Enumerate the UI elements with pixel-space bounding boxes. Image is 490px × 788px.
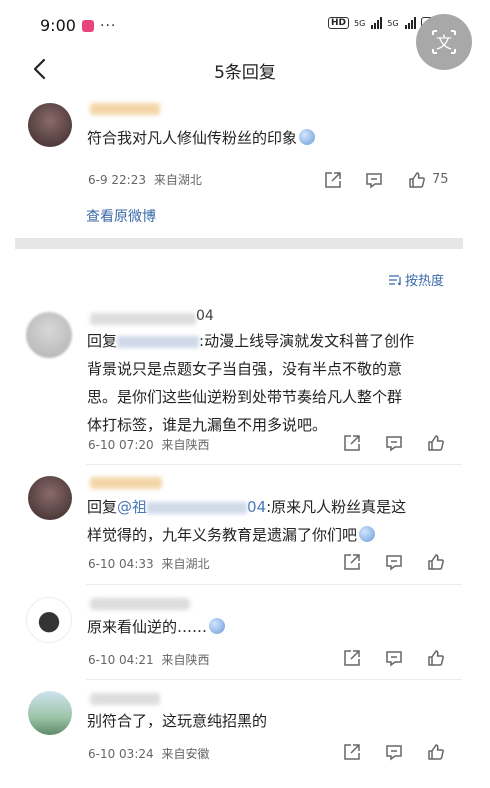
signal-2-label: 5G — [387, 18, 399, 28]
comment-location: 来自湖北 — [161, 557, 210, 571]
reply-meta: 6-10 07:20 来自陕西 — [88, 436, 209, 453]
divider — [86, 584, 462, 585]
comment-location: 来自湖北 — [153, 173, 202, 187]
comment-icon[interactable] — [384, 433, 404, 453]
share-icon[interactable] — [342, 552, 362, 572]
root-comment-meta: 6-9 22:23 来自湖北 — [88, 171, 202, 188]
comment-time: 6-10 07:20 — [88, 438, 154, 452]
sort-icon — [389, 274, 401, 285]
comment-icon[interactable] — [384, 552, 404, 572]
username-blurred[interactable] — [90, 103, 160, 115]
translate-glyph: 文 — [436, 33, 452, 52]
emoji-icon — [299, 129, 316, 145]
like-icon[interactable] — [426, 433, 446, 453]
comment-time: 6-10 03:24 — [88, 747, 154, 761]
reply-text: 别符合了，这玩意纯招黑的 — [87, 712, 268, 730]
translate-icon: 文 — [432, 30, 456, 54]
avatar[interactable] — [28, 103, 72, 147]
signal-1-label: 5G — [354, 18, 366, 28]
emoji-icon — [359, 526, 376, 542]
comment-time: 6-10 04:33 — [88, 557, 154, 571]
like-icon[interactable] — [426, 742, 446, 762]
avatar[interactable] — [28, 476, 72, 520]
like-count: 75 — [432, 172, 449, 187]
avatar[interactable] — [26, 312, 72, 358]
reply-prefix: 回复 — [87, 332, 118, 350]
username-suffix: 04 — [196, 308, 214, 324]
reply-text: 原来看仙逆的…… — [87, 613, 457, 641]
like-icon[interactable] — [426, 552, 446, 572]
section-divider — [15, 238, 463, 249]
comment-icon[interactable] — [364, 170, 384, 190]
comment-time: 6-10 04:21 — [88, 653, 154, 667]
reply-prefix: 回复 — [87, 498, 118, 516]
divider — [86, 464, 462, 465]
comment-location: 来自陕西 — [161, 653, 210, 667]
share-icon[interactable] — [342, 433, 362, 453]
comment-icon[interactable] — [384, 648, 404, 668]
app-notification-icon — [82, 20, 94, 32]
sort-label: 按热度 — [405, 274, 445, 289]
avatar[interactable] — [28, 691, 72, 735]
share-icon[interactable] — [342, 742, 362, 762]
reply-meta: 6-10 03:24 来自安徽 — [88, 745, 209, 762]
divider — [86, 679, 462, 680]
mention-end[interactable]: 04 — [247, 498, 266, 516]
comment-icon[interactable] — [384, 742, 404, 762]
reply-meta: 6-10 04:21 来自陕西 — [88, 651, 209, 668]
status-time: 9:00 — [40, 16, 76, 35]
signal-2-icon — [404, 17, 416, 29]
more-notifications-icon: ··· — [100, 18, 117, 34]
reply-text: 回复@祖 04:原来凡人粉丝真是这 样觉得的，九年义务教育是遗漏了你们吧 — [87, 498, 407, 544]
comment-location: 来自安徽 — [161, 747, 210, 761]
status-left-icons: ··· — [82, 18, 116, 34]
mention-start[interactable]: @祖 — [117, 498, 147, 516]
signal-1-icon — [371, 17, 383, 29]
comment-time: 6-9 22:23 — [88, 173, 146, 187]
reply-text: 回复:动漫上线导演就发文科普了创作 背景说只是点题女子当自强，没有半点不敬的意 … — [87, 332, 415, 434]
reply-meta: 6-10 04:33 来自湖北 — [88, 555, 209, 572]
comment-location: 来自陕西 — [161, 438, 210, 452]
username-blurred[interactable] — [90, 477, 162, 489]
like-icon[interactable] — [426, 648, 446, 668]
emoji-icon — [209, 618, 226, 634]
username-blurred[interactable] — [90, 693, 160, 705]
root-comment-text: 符合我对凡人修仙传粉丝的印象 — [87, 124, 407, 152]
share-icon[interactable] — [323, 170, 343, 190]
like-icon[interactable] — [407, 170, 427, 190]
username-blurred[interactable] — [90, 598, 190, 610]
share-icon[interactable] — [342, 648, 362, 668]
avatar[interactable] — [26, 597, 72, 643]
mention-blurred[interactable] — [147, 501, 248, 514]
page-title: 5条回复 — [214, 63, 276, 83]
hd-badge: HD — [328, 17, 350, 29]
view-original-link[interactable]: 查看原微博 — [86, 206, 156, 226]
mention-blurred[interactable] — [117, 335, 200, 348]
username-blurred[interactable] — [90, 313, 196, 325]
sort-button[interactable]: 按热度 — [388, 270, 444, 289]
